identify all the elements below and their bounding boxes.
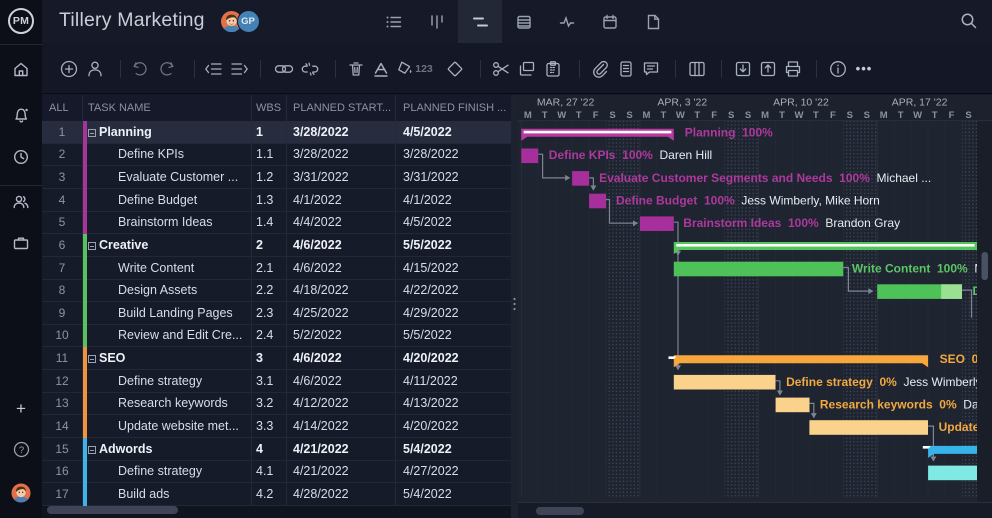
svg-text:T: T [932,110,938,121]
svg-text:F: F [593,110,599,121]
svg-text:Define strategy 0%: Define strategy 0% [786,375,897,389]
svg-text:Research keywords 0%: Research keywords 0% [820,397,957,411]
svg-text:M: M [524,110,532,121]
svg-text:S: S [626,110,632,121]
svg-text:APR, 10 '22: APR, 10 '22 [773,97,829,109]
svg-text:T: T [813,110,819,121]
svg-text:T: T [660,110,666,121]
svg-text:S: S [965,110,971,121]
svg-text:T: T [779,110,785,121]
svg-text:W: W [676,110,685,121]
svg-text:W: W [557,110,566,121]
svg-text:S: S [847,110,853,121]
svg-text:APR, 3 '22: APR, 3 '22 [657,97,707,109]
svg-text:M: M [761,110,769,121]
svg-text:F: F [830,110,836,121]
svg-text:W: W [795,110,804,121]
svg-text:Write Content 100%: Write Content 100% [852,262,968,276]
svg-text:T: T [576,110,582,121]
svg-text:W: W [913,110,922,121]
svg-text:T: T [542,110,548,121]
svg-text:Planning 100%: Planning 100% [685,126,773,140]
svg-text:M: M [642,110,650,121]
svg-text:MAR, 27 '22: MAR, 27 '22 [537,97,595,109]
svg-text:S: S [609,110,615,121]
svg-text:APR, 17 '22: APR, 17 '22 [892,97,948,109]
svg-text:S: S [864,110,870,121]
svg-text:Define Budget 100%: Define Budget 100% [616,194,735,208]
svg-text:F: F [949,110,955,121]
svg-text:T: T [694,110,700,121]
svg-text:Brainstorm Ideas 100%: Brainstorm Ideas 100% [683,216,819,230]
svg-text:Evaluate Customer Segments and: Evaluate Customer Segments and Needs 100… [599,171,870,185]
svg-text:F: F [711,110,717,121]
svg-text:Define KPIs 100%: Define KPIs 100% [549,148,653,162]
svg-text:S: S [728,110,734,121]
svg-text:T: T [898,110,904,121]
svg-text:?: ? [18,445,23,456]
svg-text:M: M [880,110,888,121]
svg-text:S: S [745,110,751,121]
